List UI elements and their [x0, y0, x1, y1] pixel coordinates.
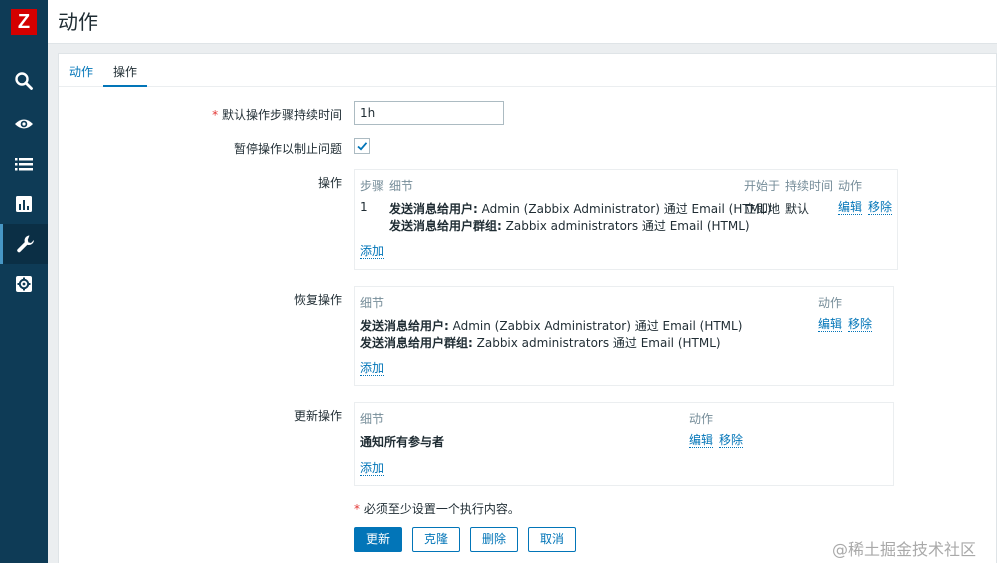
tab-operations[interactable]: 操作 [103, 63, 148, 87]
recovery-label: 恢复操作 [293, 293, 342, 307]
required-note: * 必须至少设置一个执行内容。 [354, 502, 520, 516]
watermark: @稀土掘金技术社区 [832, 540, 977, 559]
update-detail-line: 通知所有参与者 [360, 435, 445, 449]
gear-icon[interactable] [0, 264, 48, 304]
col-start: 开始于 [744, 179, 781, 193]
operations-table: 步骤 细节 开始于 持续时间 动作 1 发送消息给用户: Admin (Zabb… [354, 169, 898, 270]
eye-icon[interactable] [0, 104, 48, 144]
update-operations-table: 细节 动作 通知所有参与者 编辑 移除 添加 [354, 402, 894, 486]
delete-button[interactable]: 删除 [470, 527, 518, 552]
zabbix-logo[interactable]: Z [11, 9, 37, 35]
required-mark: * [212, 108, 219, 122]
operations-label: 操作 [317, 176, 342, 190]
col-action: 动作 [689, 412, 714, 426]
chart-icon[interactable] [0, 184, 48, 224]
action-form-panel: 动作 操作 * 默认操作步骤持续时间 1h 暂停操作以制止问题 操作 步骤 细节… [58, 53, 997, 563]
step-duration-input[interactable]: 1h [354, 101, 504, 125]
recovery-operations-table: 细节 动作 发送消息给用户: Admin (Zabbix Administrat… [354, 286, 894, 386]
remove-link[interactable]: 移除 [848, 318, 873, 332]
edit-link[interactable]: 编辑 [689, 434, 714, 448]
edit-link[interactable]: 编辑 [838, 201, 863, 215]
update-button[interactable]: 更新 [354, 527, 402, 552]
tab-bar: 动作 操作 [59, 54, 996, 87]
col-step: 步骤 [360, 179, 385, 193]
duration-value: 默认 [785, 202, 810, 216]
remove-link[interactable]: 移除 [719, 434, 744, 448]
remove-link[interactable]: 移除 [868, 201, 893, 215]
recovery-detail-line: 发送消息给用户群组: Zabbix administrators 通过 Emai… [360, 336, 721, 350]
edit-link[interactable]: 编辑 [818, 318, 843, 332]
clone-button[interactable]: 克隆 [412, 527, 460, 552]
col-details: 细节 [360, 296, 385, 310]
wrench-icon[interactable] [0, 224, 48, 264]
col-action: 动作 [838, 179, 863, 193]
update-label: 更新操作 [293, 409, 342, 423]
add-update-link[interactable]: 添加 [360, 462, 385, 476]
tab-action[interactable]: 动作 [69, 63, 93, 87]
pause-checkbox[interactable] [354, 138, 370, 154]
sidebar: Z [0, 0, 48, 563]
operation-detail-line: 发送消息给用户: Admin (Zabbix Administrator) 通过… [389, 202, 772, 216]
check-icon [357, 142, 368, 151]
search-icon[interactable] [0, 61, 48, 101]
step-duration-label-text: 默认操作步骤持续时间 [221, 108, 342, 122]
col-action: 动作 [818, 296, 843, 310]
step-duration-label: * 默认操作步骤持续时间 [212, 106, 342, 123]
pause-label: 暂停操作以制止问题 [233, 142, 342, 156]
operation-detail-line: 发送消息给用户群组: Zabbix administrators 通过 Emai… [389, 219, 750, 233]
cancel-button[interactable]: 取消 [528, 527, 576, 552]
recovery-detail-line: 发送消息给用户: Admin (Zabbix Administrator) 通过… [360, 319, 743, 333]
step-number: 1 [360, 200, 368, 214]
page-header: 动作 [48, 0, 997, 44]
col-details: 细节 [360, 412, 385, 426]
page-title: 动作 [58, 10, 98, 34]
list-icon[interactable] [0, 144, 48, 184]
col-duration: 持续时间 [785, 179, 834, 193]
add-recovery-link[interactable]: 添加 [360, 362, 385, 376]
start-value: 立即地 [744, 202, 781, 216]
add-operation-link[interactable]: 添加 [360, 245, 385, 259]
col-details: 细节 [389, 179, 414, 193]
